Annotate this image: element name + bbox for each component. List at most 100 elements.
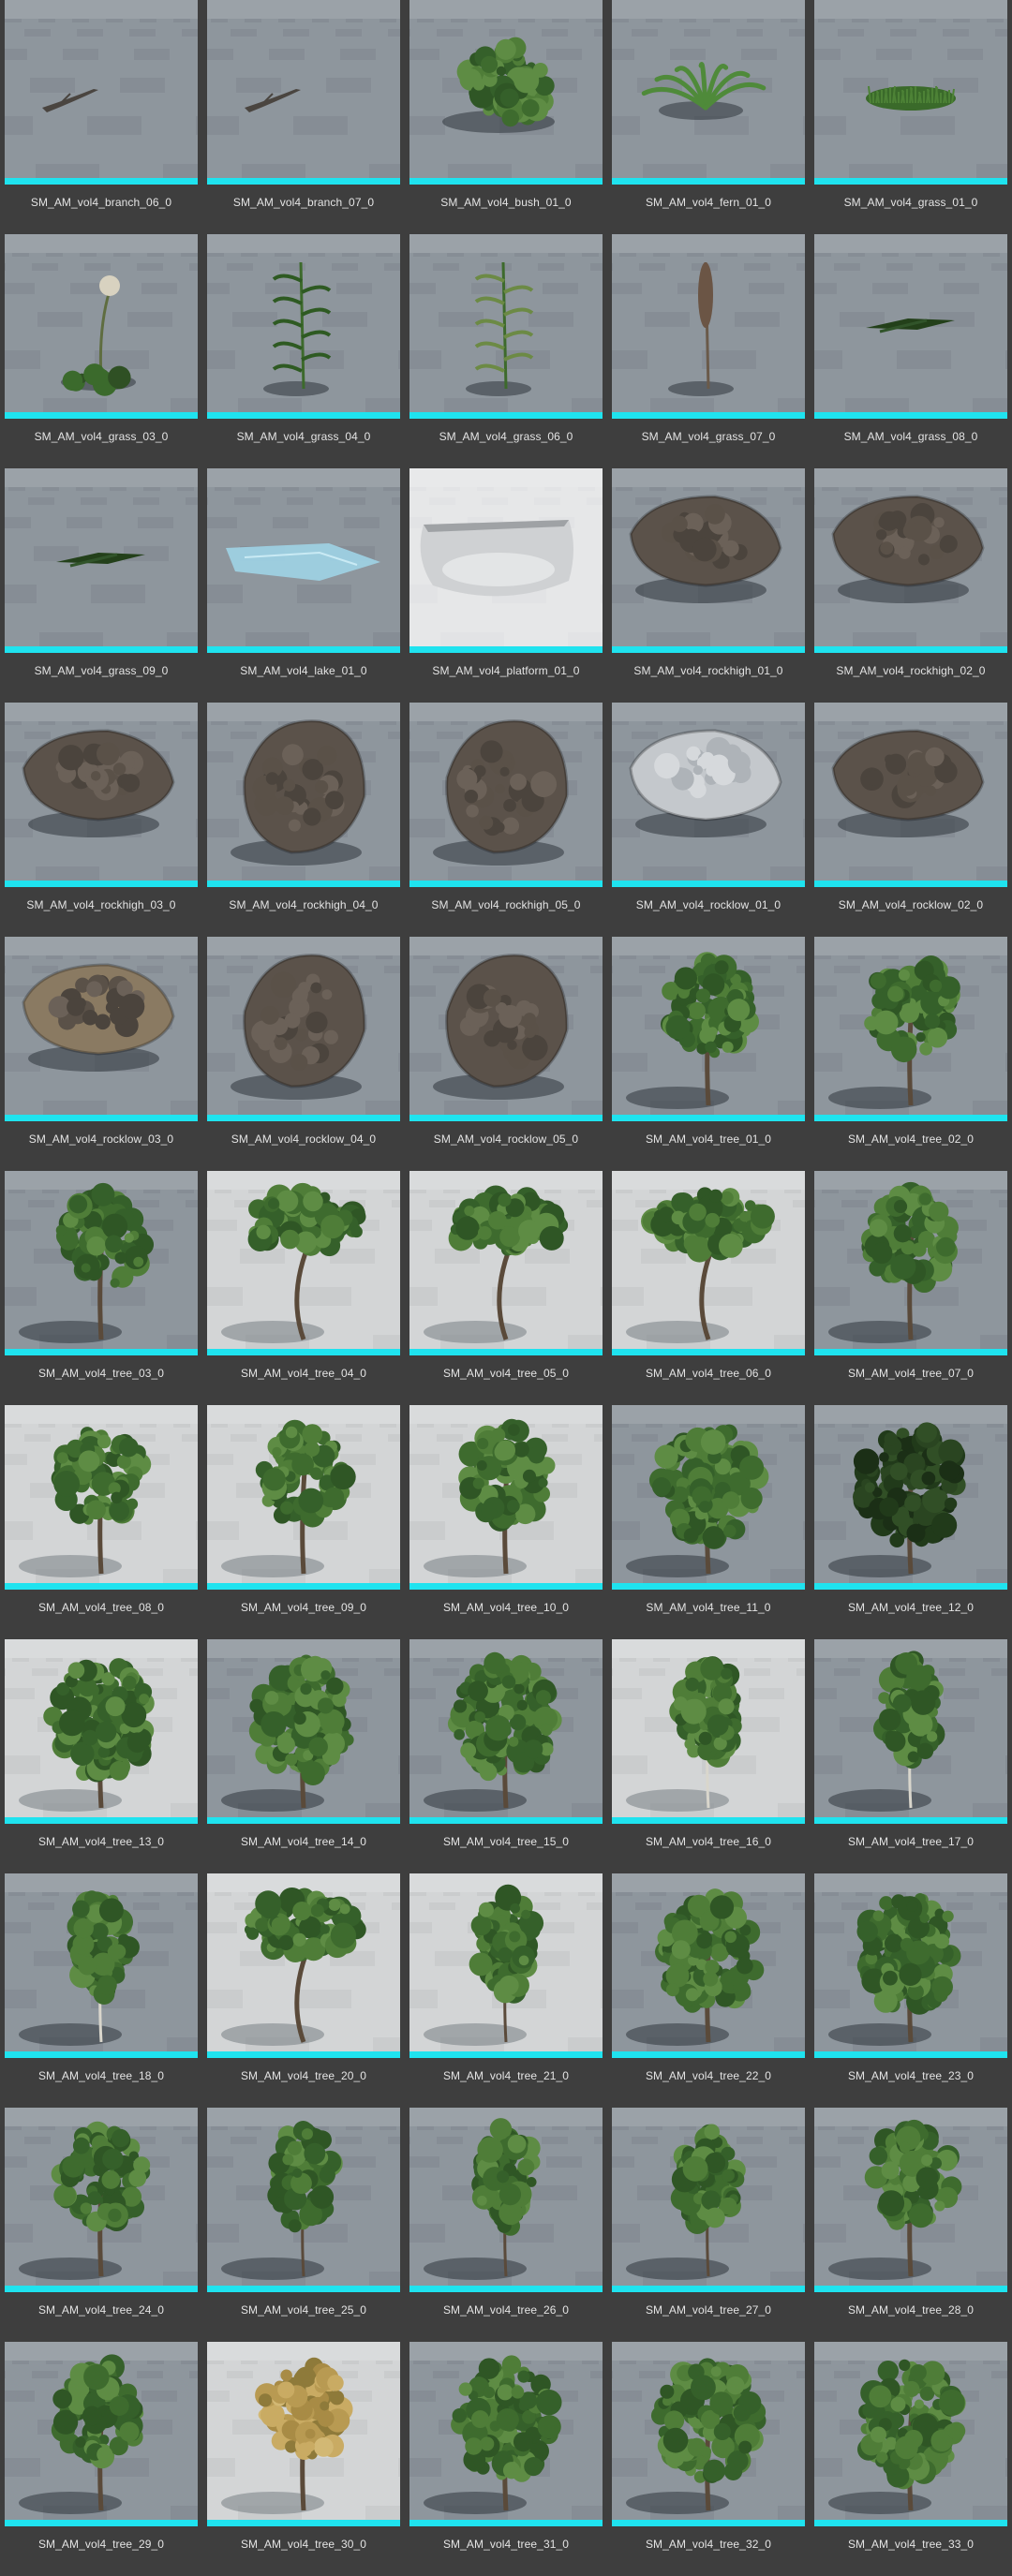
asset-tile[interactable]: SM_AM_vol4_tree_02_0 xyxy=(814,937,1007,1171)
asset-thumbnail[interactable] xyxy=(409,1873,603,2058)
asset-thumbnail[interactable] xyxy=(612,468,805,653)
asset-tile[interactable]: SM_AM_vol4_tree_26_0 xyxy=(409,2108,603,2342)
asset-tile[interactable]: SM_AM_vol4_branch_07_0 xyxy=(207,0,400,234)
asset-thumbnail[interactable] xyxy=(612,0,805,185)
asset-tile[interactable]: SM_AM_vol4_tree_17_0 xyxy=(814,1639,1007,1873)
asset-tile[interactable]: SM_AM_vol4_tree_32_0 xyxy=(612,2342,805,2576)
asset-tile[interactable]: SM_AM_vol4_grass_07_0 xyxy=(612,234,805,468)
asset-tile[interactable]: SM_AM_vol4_tree_30_0 xyxy=(207,2342,400,2576)
asset-thumbnail[interactable] xyxy=(5,703,198,887)
asset-thumbnail[interactable] xyxy=(5,1873,198,2058)
asset-thumbnail[interactable] xyxy=(207,0,400,185)
asset-tile[interactable]: SM_AM_vol4_tree_15_0 xyxy=(409,1639,603,1873)
asset-tile[interactable]: SM_AM_vol4_grass_04_0 xyxy=(207,234,400,468)
asset-thumbnail[interactable] xyxy=(612,1639,805,1824)
asset-tile[interactable]: SM_AM_vol4_tree_06_0 xyxy=(612,1171,805,1405)
asset-thumbnail[interactable] xyxy=(5,937,198,1121)
asset-thumbnail[interactable] xyxy=(814,234,1007,419)
asset-tile[interactable]: SM_AM_vol4_tree_13_0 xyxy=(5,1639,198,1873)
asset-thumbnail[interactable] xyxy=(207,468,400,653)
asset-tile[interactable]: SM_AM_vol4_tree_27_0 xyxy=(612,2108,805,2342)
asset-tile[interactable]: SM_AM_vol4_tree_11_0 xyxy=(612,1405,805,1639)
asset-tile[interactable]: SM_AM_vol4_rockhigh_01_0 xyxy=(612,468,805,703)
asset-thumbnail[interactable] xyxy=(409,0,603,185)
asset-tile[interactable]: SM_AM_vol4_platform_01_0 xyxy=(409,468,603,703)
asset-thumbnail[interactable] xyxy=(814,2108,1007,2292)
asset-thumbnail[interactable] xyxy=(409,1171,603,1355)
asset-tile[interactable]: SM_AM_vol4_tree_05_0 xyxy=(409,1171,603,1405)
asset-tile[interactable]: SM_AM_vol4_tree_24_0 xyxy=(5,2108,198,2342)
asset-thumbnail[interactable] xyxy=(814,1171,1007,1355)
asset-thumbnail[interactable] xyxy=(814,0,1007,185)
asset-thumbnail[interactable] xyxy=(5,1171,198,1355)
asset-thumbnail[interactable] xyxy=(5,2108,198,2292)
asset-tile[interactable]: SM_AM_vol4_tree_21_0 xyxy=(409,1873,603,2108)
asset-thumbnail[interactable] xyxy=(409,1405,603,1590)
asset-thumbnail[interactable] xyxy=(207,1405,400,1590)
asset-tile[interactable]: SM_AM_vol4_tree_29_0 xyxy=(5,2342,198,2576)
asset-tile[interactable]: SM_AM_vol4_tree_23_0 xyxy=(814,1873,1007,2108)
asset-thumbnail[interactable] xyxy=(814,468,1007,653)
asset-tile[interactable]: SM_AM_vol4_grass_06_0 xyxy=(409,234,603,468)
asset-tile[interactable]: SM_AM_vol4_tree_10_0 xyxy=(409,1405,603,1639)
asset-tile[interactable]: SM_AM_vol4_lake_01_0 xyxy=(207,468,400,703)
asset-thumbnail[interactable] xyxy=(612,2342,805,2526)
asset-thumbnail[interactable] xyxy=(409,468,603,653)
asset-tile[interactable]: SM_AM_vol4_tree_22_0 xyxy=(612,1873,805,2108)
asset-tile[interactable]: SM_AM_vol4_tree_33_0 xyxy=(814,2342,1007,2576)
asset-tile[interactable]: SM_AM_vol4_rocklow_05_0 xyxy=(409,937,603,1171)
asset-thumbnail[interactable] xyxy=(814,1639,1007,1824)
asset-thumbnail[interactable] xyxy=(409,703,603,887)
asset-tile[interactable]: SM_AM_vol4_tree_20_0 xyxy=(207,1873,400,2108)
asset-thumbnail[interactable] xyxy=(612,703,805,887)
asset-thumbnail[interactable] xyxy=(207,234,400,419)
asset-tile[interactable]: SM_AM_vol4_tree_31_0 xyxy=(409,2342,603,2576)
asset-tile[interactable]: SM_AM_vol4_tree_16_0 xyxy=(612,1639,805,1873)
asset-tile[interactable]: SM_AM_vol4_rocklow_01_0 xyxy=(612,703,805,937)
asset-thumbnail[interactable] xyxy=(612,1873,805,2058)
asset-tile[interactable]: SM_AM_vol4_tree_03_0 xyxy=(5,1171,198,1405)
asset-tile[interactable]: SM_AM_vol4_branch_06_0 xyxy=(5,0,198,234)
asset-tile[interactable]: SM_AM_vol4_rocklow_02_0 xyxy=(814,703,1007,937)
asset-thumbnail[interactable] xyxy=(207,1639,400,1824)
asset-tile[interactable]: SM_AM_vol4_tree_08_0 xyxy=(5,1405,198,1639)
asset-thumbnail[interactable] xyxy=(814,1873,1007,2058)
asset-thumbnail[interactable] xyxy=(814,703,1007,887)
asset-tile[interactable]: SM_AM_vol4_rocklow_04_0 xyxy=(207,937,400,1171)
asset-thumbnail[interactable] xyxy=(207,1171,400,1355)
asset-tile[interactable]: SM_AM_vol4_grass_08_0 xyxy=(814,234,1007,468)
asset-thumbnail[interactable] xyxy=(409,1639,603,1824)
asset-tile[interactable]: SM_AM_vol4_rockhigh_02_0 xyxy=(814,468,1007,703)
asset-thumbnail[interactable] xyxy=(814,1405,1007,1590)
asset-thumbnail[interactable] xyxy=(207,1873,400,2058)
asset-thumbnail[interactable] xyxy=(612,1171,805,1355)
asset-tile[interactable]: SM_AM_vol4_rockhigh_03_0 xyxy=(5,703,198,937)
asset-thumbnail[interactable] xyxy=(612,1405,805,1590)
asset-thumbnail[interactable] xyxy=(409,937,603,1121)
asset-tile[interactable]: SM_AM_vol4_tree_14_0 xyxy=(207,1639,400,1873)
asset-thumbnail[interactable] xyxy=(5,234,198,419)
asset-tile[interactable]: SM_AM_vol4_tree_12_0 xyxy=(814,1405,1007,1639)
asset-thumbnail[interactable] xyxy=(409,2108,603,2292)
asset-thumbnail[interactable] xyxy=(612,937,805,1121)
asset-tile[interactable]: SM_AM_vol4_fern_01_0 xyxy=(612,0,805,234)
asset-tile[interactable]: SM_AM_vol4_tree_09_0 xyxy=(207,1405,400,1639)
asset-thumbnail[interactable] xyxy=(207,2342,400,2526)
asset-thumbnail[interactable] xyxy=(5,2342,198,2526)
asset-tile[interactable]: SM_AM_vol4_rockhigh_04_0 xyxy=(207,703,400,937)
asset-thumbnail[interactable] xyxy=(5,1639,198,1824)
asset-thumbnail[interactable] xyxy=(612,2108,805,2292)
asset-tile[interactable]: SM_AM_vol4_rocklow_03_0 xyxy=(5,937,198,1171)
asset-thumbnail[interactable] xyxy=(5,468,198,653)
asset-thumbnail[interactable] xyxy=(814,2342,1007,2526)
asset-tile[interactable]: SM_AM_vol4_tree_18_0 xyxy=(5,1873,198,2108)
asset-thumbnail[interactable] xyxy=(5,0,198,185)
asset-tile[interactable]: SM_AM_vol4_tree_07_0 xyxy=(814,1171,1007,1405)
asset-thumbnail[interactable] xyxy=(207,2108,400,2292)
asset-thumbnail[interactable] xyxy=(207,937,400,1121)
asset-thumbnail[interactable] xyxy=(409,2342,603,2526)
asset-tile[interactable]: SM_AM_vol4_bush_01_0 xyxy=(409,0,603,234)
asset-thumbnail[interactable] xyxy=(814,937,1007,1121)
asset-thumbnail[interactable] xyxy=(612,234,805,419)
asset-tile[interactable]: SM_AM_vol4_grass_09_0 xyxy=(5,468,198,703)
